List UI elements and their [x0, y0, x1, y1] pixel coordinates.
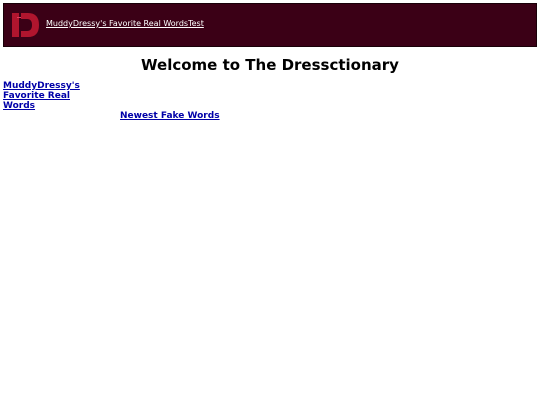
- link-newest-fake-words[interactable]: Newest Fake Words: [120, 111, 220, 121]
- link-favorite-real-words[interactable]: MuddyDressy's Favorite Real Words: [3, 81, 83, 111]
- header-link-favorite-real-words[interactable]: MuddyDressy's Favorite Real Words: [46, 19, 188, 28]
- header-nav: MuddyDressy's Favorite Real WordsTest: [46, 19, 204, 29]
- header-bar: MuddyDressy's Favorite Real WordsTest: [3, 3, 537, 47]
- header-link-test[interactable]: Test: [188, 19, 204, 28]
- page: MuddyDressy's Favorite Real WordsTest We…: [0, 0, 540, 405]
- dressctionary-logo-icon[interactable]: [11, 11, 41, 39]
- page-title: Welcome to The Dressctionary: [141, 56, 399, 74]
